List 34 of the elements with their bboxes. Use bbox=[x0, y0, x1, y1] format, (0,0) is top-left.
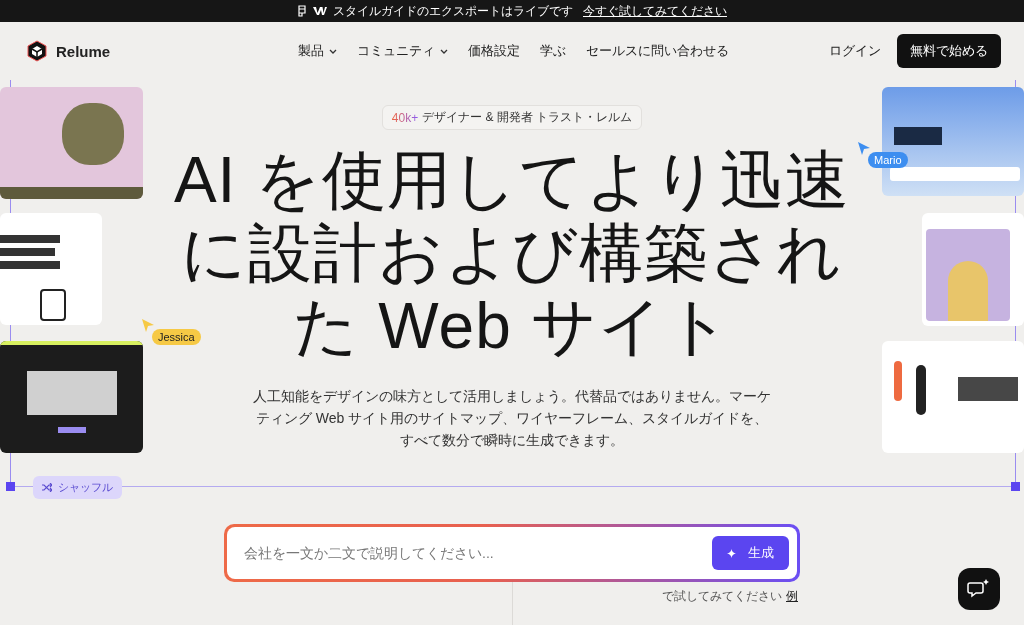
nav-item[interactable]: 価格設定 bbox=[468, 42, 520, 60]
nav-item[interactable]: 学ぶ bbox=[540, 42, 566, 60]
get-started-button[interactable]: 無料で始める bbox=[897, 34, 1001, 68]
guide-handle[interactable] bbox=[6, 482, 15, 491]
hero-subtitle: 人工知能をデザインの味方として活用しましょう。代替品ではありません。マーケティング Web サイト用のサイトマップ、ワイヤーフレーム、スタイルガイドを、すべて数分で瞬時に生成できます。 bbox=[252, 387, 772, 450]
webflow-icon bbox=[313, 6, 327, 16]
sparkle-icon bbox=[727, 548, 736, 558]
figma-icon bbox=[297, 5, 307, 17]
hero-heading-line: に設計および構築され bbox=[181, 217, 843, 290]
chat-sparkle-icon bbox=[967, 578, 991, 600]
hero-heading-line: た Web サイト bbox=[292, 290, 732, 363]
prompt-field[interactable]: 会社を一文か二文で説明してください... 生成 bbox=[224, 524, 800, 582]
example-link[interactable]: 例 bbox=[786, 588, 798, 605]
nav-item[interactable]: 製品 bbox=[298, 42, 337, 60]
guide-handle[interactable] bbox=[1011, 482, 1020, 491]
nav-item[interactable]: コミュニティ bbox=[357, 42, 448, 60]
cube-logo-icon[interactable] bbox=[26, 40, 48, 62]
designer-count: 40k+ bbox=[391, 110, 419, 125]
generate-button[interactable]: 生成 bbox=[712, 536, 789, 570]
announcement-text: スタイルガイドのエクスポートはライブです bbox=[333, 2, 573, 20]
badge-text: デザイナー & 開発者 トラスト・レルム bbox=[422, 109, 633, 126]
collaborator-tag: Jessica bbox=[152, 329, 201, 345]
shuffle-icon bbox=[42, 483, 52, 492]
brand-name: Relume bbox=[56, 42, 111, 60]
example-hint: で試してみてください bbox=[662, 588, 782, 605]
collaborator-tag: Mario bbox=[868, 152, 908, 168]
pointer-icon bbox=[858, 142, 870, 155]
try-now-link[interactable]: 今すぐ試してみてください bbox=[583, 2, 727, 20]
chat-button[interactable] bbox=[958, 568, 1000, 610]
hero-heading-line: AI を使用してより迅速 bbox=[173, 144, 851, 217]
pointer-icon bbox=[142, 319, 154, 332]
shuffle-button[interactable]: シャッフル bbox=[33, 476, 122, 499]
nav-item[interactable]: セールスに問い合わせる bbox=[586, 42, 729, 60]
login-link[interactable]: ログイン bbox=[829, 42, 881, 60]
